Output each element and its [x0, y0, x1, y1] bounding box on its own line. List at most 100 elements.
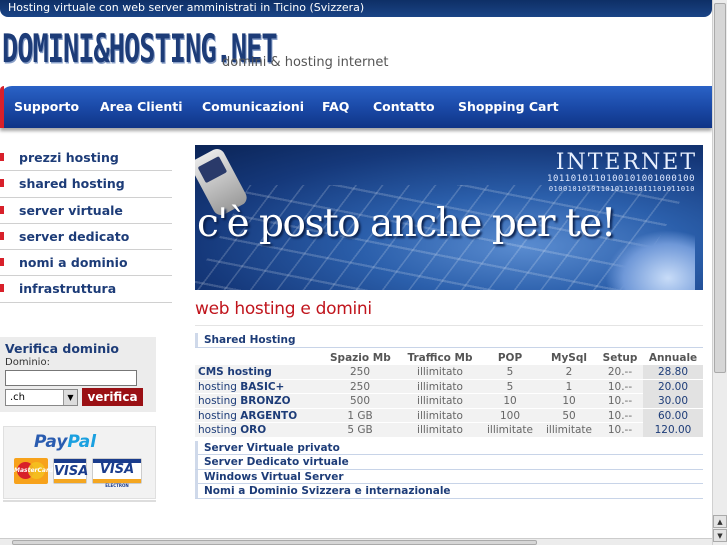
plan-setup: 20.--: [607, 366, 633, 378]
vertical-scrollbar[interactable]: ▲ ▼: [712, 0, 727, 545]
sidebar-item-prezzi-hosting[interactable]: prezzi hosting: [0, 145, 172, 172]
plan-name-prefix: hosting: [198, 409, 241, 422]
domain-check-title: Verifica dominio: [5, 341, 119, 356]
sidebar-item-infrastruttura[interactable]: infrastruttura: [0, 276, 172, 303]
sidebar-item-label: prezzi hosting: [19, 150, 119, 165]
domain-field-label: Dominio:: [5, 357, 50, 368]
service-link[interactable]: Nomi a Dominio Svizzera e internazionale: [195, 484, 703, 499]
nav-item-comunicazioni[interactable]: Comunicazioni: [202, 99, 304, 114]
hosting-price-table: Shared Hosting Spazio Mb Traffico Mb POP…: [195, 333, 703, 499]
visa-icon: VISA: [53, 458, 88, 484]
vertical-scrollbar-thumb[interactable]: [714, 3, 726, 373]
nav-accent: [0, 86, 4, 128]
plan-annuale: 28.80: [643, 365, 703, 379]
table-row[interactable]: hosting ORO 5 GB illimitato illimitate illim…: [195, 423, 703, 438]
scroll-up-icon[interactable]: ▲: [713, 515, 727, 528]
plan-mysql: 2: [565, 366, 573, 378]
plan-pop: 100: [499, 409, 521, 422]
paypal-logo-accent: Pal: [67, 432, 97, 452]
verifica-button[interactable]: verifica: [82, 388, 143, 406]
tld-select[interactable]: .ch ▼: [5, 389, 78, 406]
sidebar-item-nomi-a-dominio[interactable]: nomi a dominio: [0, 250, 172, 277]
horizontal-scrollbar[interactable]: [0, 538, 712, 545]
table-row[interactable]: hosting ARGENTO 1 GB illimitato 100 50 10.-- 6…: [195, 408, 703, 423]
domain-input[interactable]: [5, 370, 137, 386]
banner-slogan: c'è posto anche per te!: [197, 201, 616, 246]
hand-graphic: [605, 230, 695, 290]
plan-pop: 10: [503, 395, 517, 407]
nav-item-area-clienti[interactable]: Area Clienti: [100, 99, 182, 114]
section-title: web hosting e domini: [195, 299, 372, 319]
sidebar-item-label: server dedicato: [19, 228, 130, 244]
mastercard-icon: MasterCard: [14, 458, 53, 484]
sidebar-item-server-dedicato[interactable]: server dedicato: [0, 224, 172, 251]
plan-name: CMS hosting: [198, 365, 272, 379]
bullet-icon: [0, 179, 4, 188]
horizontal-scrollbar-thumb[interactable]: [12, 540, 537, 545]
table-row[interactable]: hosting BRONZO 500 illimitato 10 10 10.-- 30.0…: [195, 394, 703, 409]
service-link[interactable]: Server Dedicato virtuale: [195, 455, 703, 470]
domain-check-box: Verifica dominio Dominio: .ch ▼ verifica: [0, 337, 156, 412]
nav-item-supporto[interactable]: Supporto: [14, 99, 79, 114]
nav-item-contatto[interactable]: Contatto: [373, 99, 435, 114]
electron-label: ELECTRON: [105, 483, 129, 488]
sidebar-item-label: shared hosting: [19, 176, 125, 192]
plan-annuale: 60.00: [643, 408, 703, 423]
plan-name-prefix: hosting: [198, 395, 241, 407]
bullet-icon: [0, 258, 4, 267]
banner-heading: INTERNET: [555, 150, 697, 175]
paypal-shadow: [3, 500, 156, 502]
scroll-down-icon[interactable]: ▼: [713, 529, 727, 542]
plan-name-tier: ORO: [240, 424, 267, 436]
service-link[interactable]: Windows Virtual Server: [195, 469, 703, 484]
plan-setup: 10.--: [607, 424, 633, 436]
table-row[interactable]: hosting BASIC+ 250 illimitato 5 1 10.-- 20.00: [195, 379, 703, 394]
column-header: Spazio Mb: [330, 351, 391, 364]
plan-spazio: 250: [349, 366, 371, 378]
hero-banner: INTERNET 1011010110100101001000100 01001…: [195, 145, 703, 290]
nav-item-faq[interactable]: FAQ: [322, 99, 349, 114]
plan-annuale: 120.00: [643, 423, 703, 437]
banner-binary-2: 0100101010110101101011101011010: [548, 185, 695, 193]
plan-annuale: 30.00: [643, 394, 703, 408]
plan-setup: 10.--: [607, 380, 633, 393]
banner-binary-1: 1011010110100101001000100: [547, 174, 695, 184]
plan-setup: 10.--: [607, 409, 633, 422]
sidebar-item-label: nomi a dominio: [19, 255, 128, 271]
plan-annuale: 20.00: [643, 379, 703, 394]
table-header-row: Spazio Mb Traffico Mb POP MySql Setup An…: [195, 351, 703, 366]
column-header: Traffico Mb: [407, 351, 473, 364]
plan-name: hosting ORO: [198, 423, 266, 437]
tld-selected-value: .ch: [10, 392, 26, 403]
plan-traffico: illimitato: [417, 424, 463, 436]
site-logo[interactable]: DOMINI&HOSTING.NET: [2, 21, 278, 79]
plan-name-tier: BRONZO: [240, 395, 291, 407]
sidebar-item-shared-hosting[interactable]: shared hosting: [0, 171, 172, 198]
sidebar-item-server-virtuale[interactable]: server virtuale: [0, 198, 172, 224]
plan-rows: CMS hosting 250 illimitato 5 2 20.-- 28.80 host…: [195, 365, 703, 438]
plan-setup: 10.--: [607, 395, 633, 407]
plan-mysql: 10: [562, 395, 576, 407]
plan-traffico: illimitato: [417, 380, 463, 393]
nav-item-shopping-cart[interactable]: Shopping Cart: [458, 99, 559, 114]
paypal-badge[interactable]: PayPal MasterCard VISA VISA ELECTRON: [3, 426, 156, 499]
bullet-icon: [0, 153, 4, 161]
plan-mysql: illimitate: [546, 424, 592, 436]
column-header: MySql: [551, 351, 587, 364]
plan-spazio: 250: [349, 380, 371, 393]
top-banner-text: Hosting virtuale con web server amminist…: [8, 1, 365, 14]
category-shared-hosting-link[interactable]: Shared Hosting: [195, 333, 703, 348]
plan-mysql: 50: [562, 409, 576, 422]
plan-pop: 5: [506, 380, 514, 393]
paypal-logo-main: Pay: [34, 432, 68, 452]
plan-traffico: illimitato: [417, 395, 463, 407]
service-link[interactable]: Server Virtuale privato: [195, 440, 703, 455]
sidebar-nav: prezzi hosting shared hosting server vir…: [0, 145, 172, 303]
chevron-down-icon: ▼: [63, 390, 77, 405]
sidebar-item-label: server virtuale: [19, 202, 123, 218]
divider: [195, 325, 703, 326]
plan-name: hosting ARGENTO: [198, 409, 297, 423]
paypal-logo: PayPal: [34, 432, 96, 452]
plan-name-tier: ARGENTO: [240, 409, 298, 422]
table-row[interactable]: CMS hosting 250 illimitato 5 2 20.-- 28.80: [195, 365, 703, 380]
